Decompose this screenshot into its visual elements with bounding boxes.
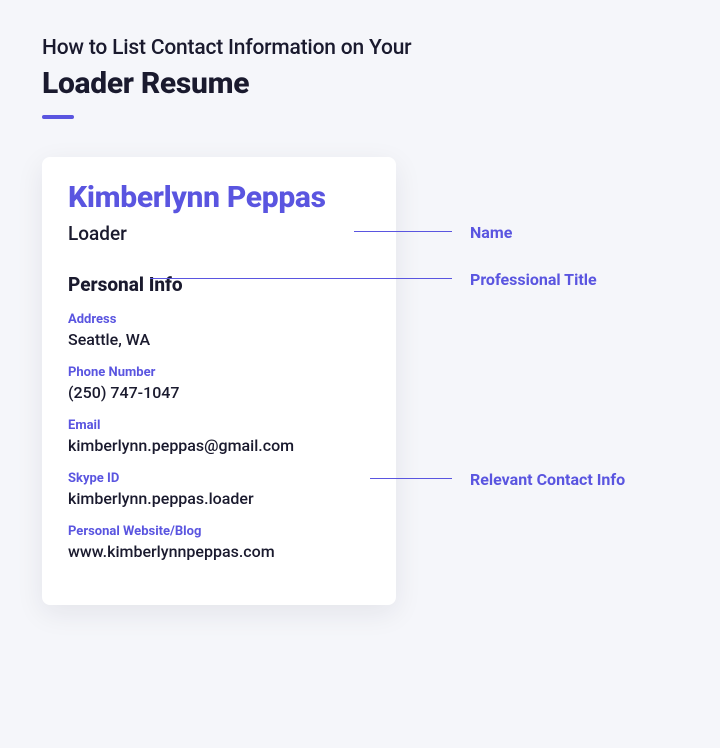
heading-underline bbox=[42, 115, 74, 119]
label-phone: Phone Number bbox=[68, 365, 370, 380]
value-address: Seattle, WA bbox=[68, 330, 370, 349]
heading-large: Loader Resume bbox=[42, 66, 678, 101]
heading-small: How to List Contact Information on Your bbox=[42, 36, 678, 60]
value-phone: (250) 747-1047 bbox=[68, 383, 370, 402]
label-email: Email bbox=[68, 418, 370, 433]
value-email: kimberlynn.peppas@gmail.com bbox=[68, 436, 370, 455]
annotation-title: Professional Title bbox=[470, 270, 597, 289]
resume-title: Loader bbox=[68, 222, 370, 245]
resume-name: Kimberlynn Peppas bbox=[68, 181, 370, 216]
section-heading-personal-info: Personal Info bbox=[68, 273, 370, 296]
annotation-line-contact bbox=[370, 478, 452, 479]
resume-card: Kimberlynn Peppas Loader Personal Info A… bbox=[42, 157, 396, 605]
annotation-line-name bbox=[354, 231, 452, 232]
annotation-name: Name bbox=[470, 223, 512, 242]
value-skype: kimberlynn.peppas.loader bbox=[68, 489, 370, 508]
label-address: Address bbox=[68, 312, 370, 327]
label-website: Personal Website/Blog bbox=[68, 524, 370, 539]
annotation-line-title bbox=[150, 278, 452, 279]
label-skype: Skype ID bbox=[68, 471, 370, 486]
value-website: www.kimberlynnpeppas.com bbox=[68, 542, 370, 561]
annotation-contact: Relevant Contact Info bbox=[470, 470, 625, 489]
